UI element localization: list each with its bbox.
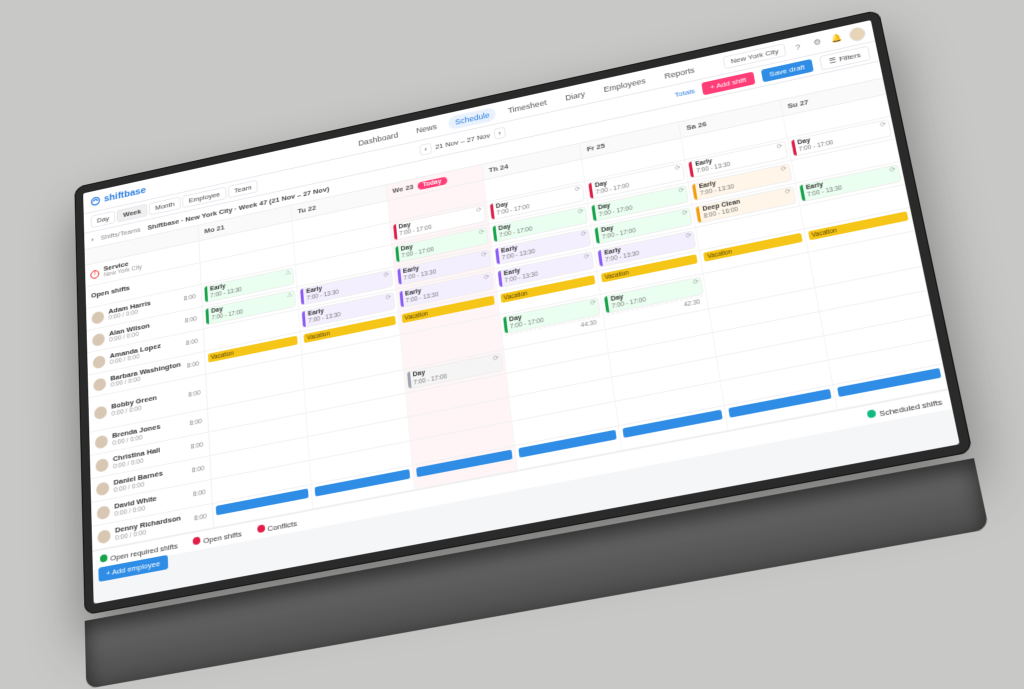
repeat-icon: ⟳	[685, 232, 692, 241]
repeat-icon: ⟳	[484, 274, 490, 282]
repeat-icon: ⟳	[590, 299, 597, 308]
avatar	[95, 457, 108, 472]
repeat-icon: ⟳	[476, 207, 482, 215]
repeat-icon: ⟳	[880, 121, 887, 129]
nav-item-news[interactable]: News	[409, 118, 444, 138]
avatar	[95, 434, 108, 449]
legend-open-shifts: Open shifts	[193, 528, 242, 547]
repeat-icon: ⟳	[693, 279, 700, 288]
logo-icon	[90, 195, 101, 207]
filter-icon: ☰	[828, 56, 837, 65]
repeat-icon: ⟳	[578, 208, 585, 216]
chevron-right-icon: ›	[91, 236, 94, 244]
repeat-icon: ⟳	[581, 231, 588, 239]
check-icon	[100, 554, 108, 563]
avatar	[96, 481, 109, 496]
avatar	[93, 354, 106, 369]
repeat-icon: ⟳	[785, 188, 792, 197]
repeat-icon: ⟳	[780, 166, 787, 174]
avatar	[92, 310, 105, 324]
repeat-icon: ⟳	[383, 272, 389, 280]
totals-link[interactable]: Totals	[674, 87, 695, 99]
view-week[interactable]: Week	[117, 204, 148, 223]
repeat-icon: ⟳	[584, 253, 591, 262]
repeat-icon: ⟳	[675, 165, 682, 173]
avatar	[97, 529, 110, 544]
repeat-icon: ⟳	[776, 143, 783, 151]
warning-icon: !	[90, 269, 99, 279]
check-icon	[867, 409, 877, 418]
repeat-icon: ⟳	[481, 251, 487, 259]
repeat-icon: ⟳	[479, 229, 485, 237]
avatar	[97, 505, 110, 520]
user-avatar[interactable]	[848, 25, 866, 42]
gear-icon[interactable]: ⚙	[809, 35, 825, 50]
nav-item-diary[interactable]: Diary	[558, 86, 593, 106]
repeat-icon: ⟳	[682, 210, 689, 219]
repeat-icon: ⟳	[575, 186, 582, 194]
prev-week-button[interactable]: ‹	[419, 143, 432, 156]
filters-label: Filters	[838, 51, 861, 63]
repeat-icon: ⟳	[889, 167, 896, 176]
avatar	[92, 332, 105, 347]
repeat-icon: ⟳	[385, 294, 391, 302]
warning-icon	[257, 524, 265, 533]
dot-icon	[193, 536, 201, 545]
repeat-icon: ⟳	[678, 187, 685, 195]
view-day[interactable]: Day	[91, 211, 116, 228]
view-team[interactable]: Team	[228, 180, 259, 199]
help-icon[interactable]: ?	[790, 40, 806, 55]
legend-conflicts: Conflicts	[257, 518, 298, 535]
avatar	[94, 405, 107, 420]
repeat-icon: ⟳	[493, 355, 500, 364]
warning-icon: ⚠	[287, 292, 293, 300]
warning-icon: ⚠	[285, 270, 291, 278]
avatar	[93, 377, 106, 392]
next-week-button[interactable]: ›	[493, 127, 506, 140]
bell-icon[interactable]: 🔔	[829, 31, 845, 46]
